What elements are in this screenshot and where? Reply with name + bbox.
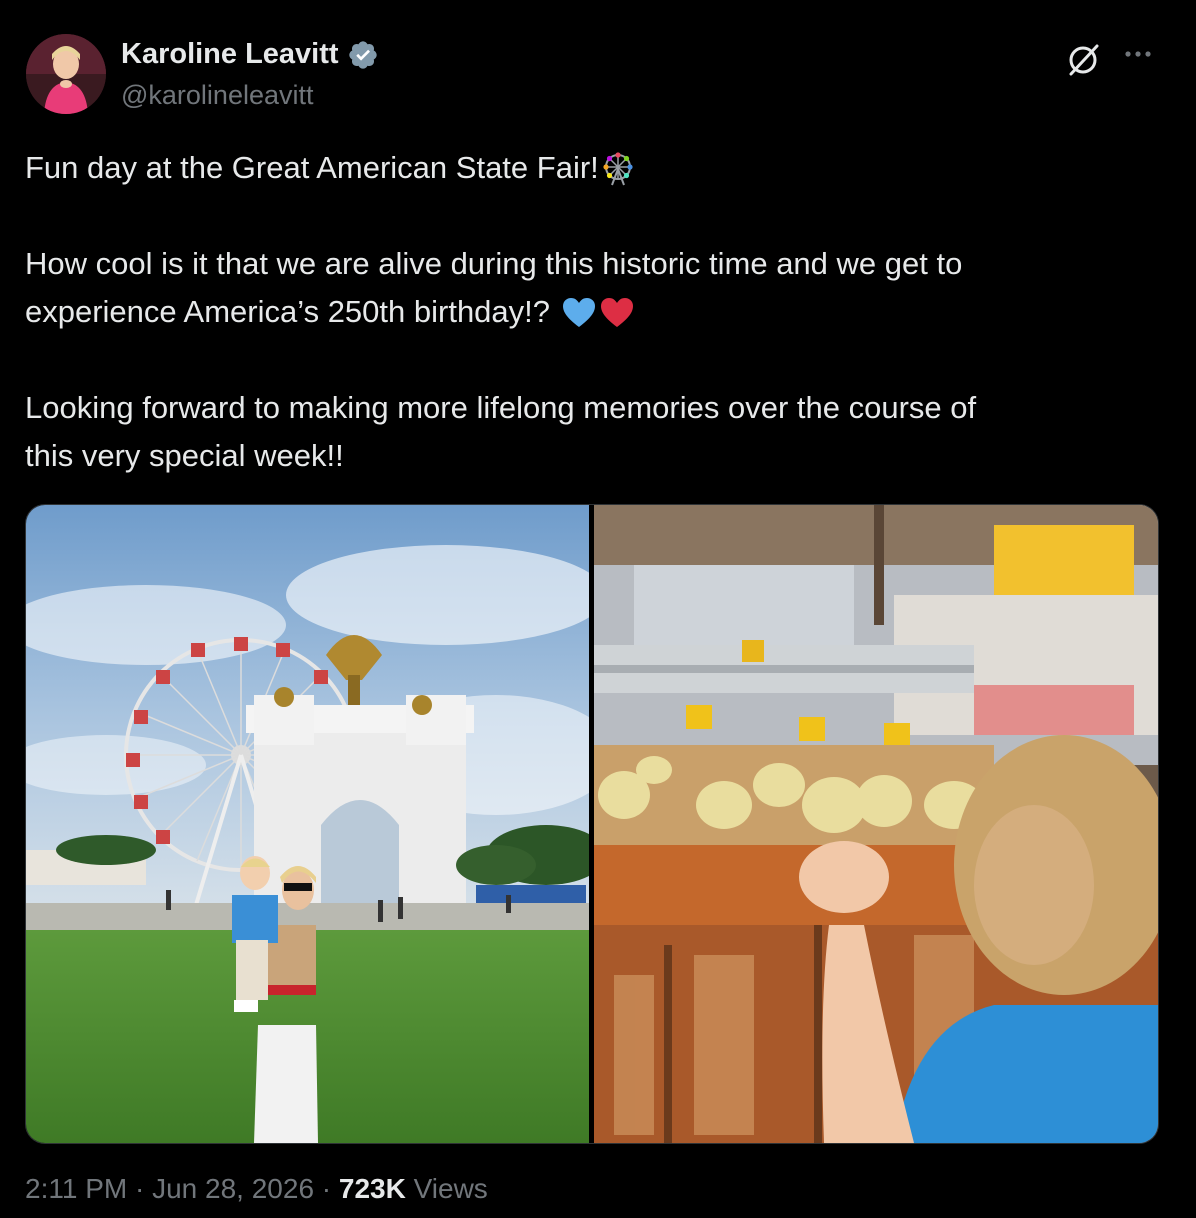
author-handle[interactable]: @karolineleavitt [121,80,314,111]
tweet-time[interactable]: 2:11 PM [25,1173,127,1204]
tweet-text: Fun day at the Great American State Fair… [25,144,1155,480]
red-heart-icon [600,298,633,327]
photo-fairground[interactable] [26,505,589,1143]
author-name: Karoline Leavitt [121,38,339,70]
views-count: 723K [338,1173,406,1204]
media-grid [25,504,1159,1144]
blue-heart-icon [562,298,595,327]
tweet-line-1: Fun day at the Great American State Fair… [25,150,599,185]
tweet-paragraph-3: Looking forward to making more lifelong … [25,390,977,473]
tweet-paragraph-2: How cool is it that we are alive during … [25,246,963,329]
views-label: Views [405,1173,488,1204]
ferris-wheel-icon [603,152,633,186]
verified-badge-icon [348,40,377,69]
more-options-icon[interactable] [1118,38,1158,68]
grok-icon[interactable] [1063,40,1103,80]
photo-chicks[interactable] [594,505,1158,1143]
avatar[interactable] [26,34,106,114]
meta-separator: · [127,1173,153,1204]
tweet-meta: 2:11 PM · Jun 28, 2026 · 723K Views [25,1173,488,1205]
author-name-link[interactable]: Karoline Leavitt [121,38,379,71]
avatar-image [26,34,106,114]
tweet-date[interactable]: Jun 28, 2026 [152,1173,314,1204]
meta-separator-2: · [314,1173,339,1204]
